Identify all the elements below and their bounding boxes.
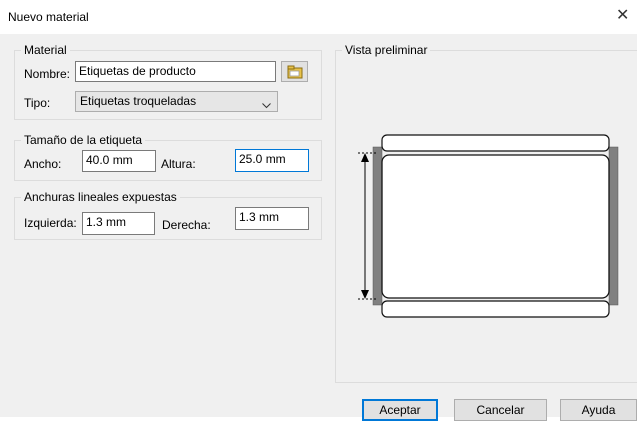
title-bar: Nuevo material ✕ [0, 0, 637, 34]
dimension-arrow-bottom [361, 290, 369, 299]
type-label: Tipo: [24, 96, 51, 110]
left-liner-label: Izquierda: [24, 216, 77, 230]
material-legend: Material [21, 43, 70, 57]
preview-panel: Vista preliminar [335, 43, 637, 383]
left-liner-strip [372, 146, 383, 306]
next-label [381, 300, 610, 318]
close-icon[interactable]: ✕ [616, 8, 629, 24]
previous-label [381, 134, 610, 152]
chevron-down-icon [262, 98, 271, 112]
browse-button[interactable] [281, 61, 308, 82]
width-label: Ancho: [24, 157, 62, 171]
help-button[interactable]: Ayuda [560, 399, 637, 421]
accept-button[interactable]: Aceptar [362, 399, 438, 421]
width-input[interactable]: 40.0 mm [82, 150, 156, 172]
type-select-value: Etiquetas troqueladas [80, 94, 197, 108]
label-size-group: Tamaño de la etiqueta Ancho: 40.0 mm Alt… [14, 133, 322, 181]
right-liner-input[interactable]: 1.3 mm [235, 207, 309, 230]
label-size-legend: Tamaño de la etiqueta [21, 133, 146, 147]
name-input[interactable]: Etiquetas de producto [75, 61, 276, 82]
liner-widths-group: Anchuras lineales expuestas Izquierda: 1… [14, 190, 322, 240]
right-liner-label: Derecha: [162, 218, 211, 232]
liner-widths-legend: Anchuras lineales expuestas [21, 190, 180, 204]
left-liner-input[interactable]: 1.3 mm [82, 212, 155, 235]
name-label: Nombre: [24, 67, 71, 81]
material-group: Material Nombre: Etiquetas de producto T… [14, 43, 322, 120]
type-select[interactable]: Etiquetas troqueladas [75, 91, 278, 112]
main-label [381, 154, 610, 299]
label-preview-drawing [358, 134, 619, 318]
cancel-button[interactable]: Cancelar [454, 399, 547, 421]
right-liner-strip [608, 146, 619, 306]
dimension-arrow-top [361, 153, 369, 162]
height-input[interactable]: 25.0 mm [235, 149, 309, 172]
height-label: Altura: [161, 157, 196, 171]
folder-icon [287, 65, 303, 82]
window-title: Nuevo material [8, 10, 89, 24]
